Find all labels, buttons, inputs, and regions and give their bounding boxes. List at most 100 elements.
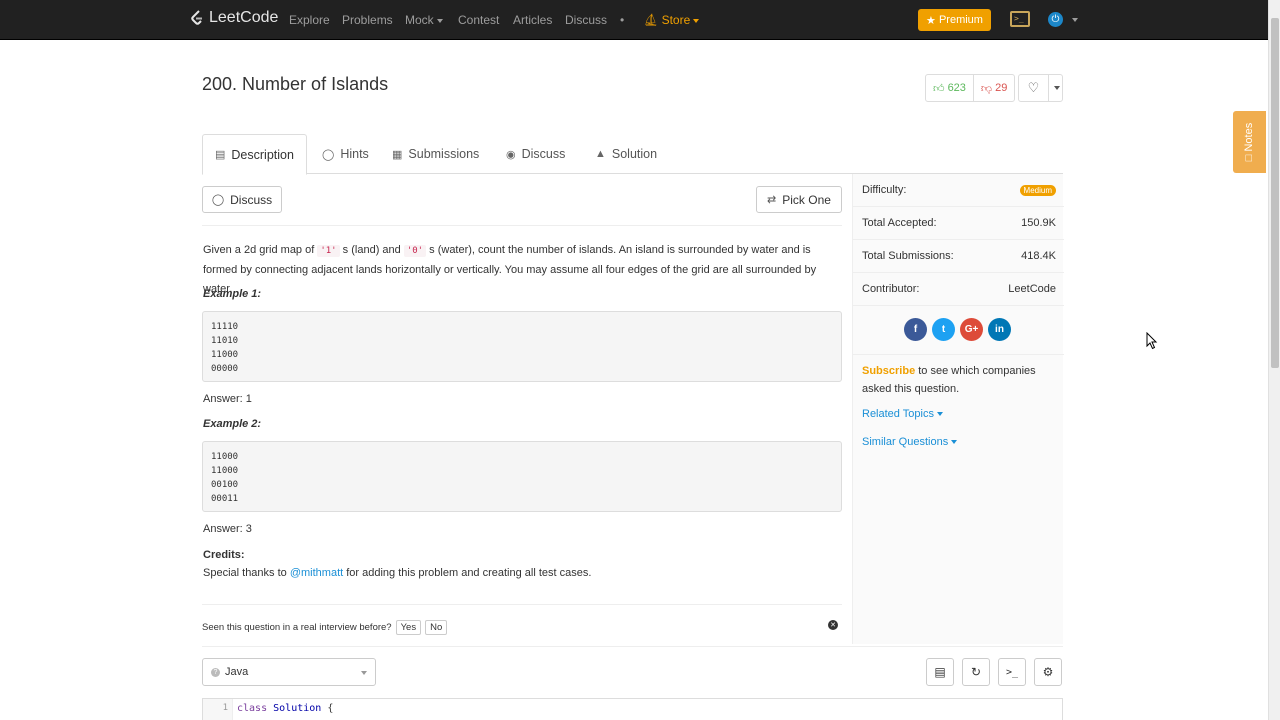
code-line[interactable]: class Solution {	[237, 703, 333, 714]
scrollbar-thumb[interactable]	[1271, 18, 1279, 368]
line-number: 1	[203, 699, 233, 720]
tab-hints[interactable]: ◯ Hints	[310, 134, 381, 174]
language-select[interactable]: ? Java	[202, 658, 376, 686]
related-topics-label: Related Topics	[862, 408, 934, 420]
interview-question: Seen this question in a real interview b…	[202, 621, 392, 633]
code-zero: '0'	[403, 245, 427, 257]
nav-store-label: Store	[661, 13, 691, 27]
example-2-title: Example 2:	[203, 418, 262, 430]
example-1-grid: 11110 11010 11000 00000	[202, 311, 842, 382]
subscribe-text: Subscribe to see which companies asked t…	[862, 362, 1052, 398]
contributor-label: Contributor:	[862, 283, 920, 295]
logo-text: LeetCode	[209, 9, 279, 26]
submissions-icon: ▦	[392, 148, 403, 161]
submissions-row: Total Submissions: 418.4K	[853, 240, 1064, 273]
accepted-label: Total Accepted:	[862, 217, 937, 229]
desc-text: s (land) and	[342, 244, 404, 256]
nav-discuss[interactable]: Discuss	[565, 13, 607, 27]
related-topics-toggle[interactable]: Related Topics	[862, 408, 943, 420]
yes-button[interactable]: Yes	[395, 619, 422, 635]
credits-label: Credits:	[203, 549, 245, 561]
reset-code-button[interactable]: ↻	[962, 658, 990, 686]
no-button[interactable]: No	[425, 619, 448, 635]
nav-problems[interactable]: Problems	[342, 13, 393, 27]
pick-one-button[interactable]: ⇄ Pick One	[756, 186, 842, 213]
notes-text: Notes	[1243, 122, 1256, 152]
downvote-button[interactable]: 👎︎ 29	[974, 75, 1014, 101]
discuss-button-label: Discuss	[230, 192, 273, 207]
upvote-button[interactable]: 👍︎ 623	[926, 75, 974, 101]
nav-explore[interactable]: Explore	[289, 13, 330, 27]
linkedin-icon[interactable]: in	[988, 318, 1011, 341]
nav-mock[interactable]: Mock	[405, 13, 443, 27]
accepted-row: Total Accepted: 150.9K	[853, 207, 1064, 240]
notes-icon: □	[1243, 154, 1256, 162]
problem-title: 200. Number of Islands	[202, 74, 389, 94]
shuffle-icon: ⇄	[767, 194, 777, 206]
vote-group: 👍︎ 623 👎︎ 29	[925, 74, 1016, 102]
nav-store[interactable]: ⛵︎ Store	[643, 13, 700, 27]
premium-label: Premium	[938, 14, 983, 26]
credits-text: Special thanks to @mithmatt for adding t…	[203, 567, 591, 579]
logo[interactable]: LeetCode	[190, 9, 278, 27]
accepted-value: 150.9K	[1021, 217, 1056, 229]
example-1-answer: Answer: 1	[203, 393, 252, 405]
chevron-down-icon	[936, 412, 943, 417]
tab-description[interactable]: ▤ Description	[202, 134, 307, 175]
star-icon: ★	[926, 14, 936, 27]
submissions-label: Total Submissions:	[862, 250, 954, 262]
difficulty-row: Difficulty: Medium	[853, 174, 1064, 207]
code-template-button[interactable]: ▤	[926, 658, 954, 686]
chevron-down-icon	[693, 18, 700, 23]
page-scrollbar[interactable]	[1268, 0, 1280, 720]
social-share: f t G+ in	[904, 318, 1011, 341]
facebook-icon[interactable]: f	[904, 318, 927, 341]
tab-submissions[interactable]: ▦ Submissions	[380, 134, 491, 174]
premium-button[interactable]: ★ Premium	[918, 9, 991, 31]
downvote-count: 29	[995, 82, 1008, 94]
top-navbar: LeetCode Explore Problems Mock Contest A…	[0, 0, 1268, 40]
nav-contest[interactable]: Contest	[458, 13, 499, 27]
pick-one-label: Pick One	[782, 192, 831, 207]
leetcode-logo-icon	[191, 10, 202, 25]
close-icon[interactable]: ✕	[828, 620, 838, 630]
gear-icon: ⚙	[1042, 665, 1054, 679]
discuss-button[interactable]: ◯ Discuss	[202, 186, 282, 213]
problem-info-panel: Difficulty: Medium Total Accepted: 150.9K …	[852, 174, 1064, 644]
thumbs-down-icon: 👎︎	[980, 82, 993, 95]
desc-text: Given a 2d grid map of	[203, 244, 318, 256]
nav-mock-label: Mock	[405, 13, 434, 27]
twitter-icon[interactable]: t	[932, 318, 955, 341]
tab-discuss[interactable]: ◉ Discuss	[494, 134, 577, 174]
similar-questions-toggle[interactable]: Similar Questions	[862, 436, 958, 448]
settings-button[interactable]: ⚙	[1034, 658, 1062, 686]
credits-pre: Special thanks to	[203, 567, 290, 579]
nav-separator-dot: •	[620, 13, 625, 27]
nav-articles[interactable]: Articles	[513, 13, 552, 27]
language-value: Java	[225, 666, 249, 678]
tab-label: Solution	[611, 147, 658, 161]
refresh-icon: ↻	[970, 665, 982, 679]
power-icon[interactable]: ⏻	[1048, 12, 1063, 27]
tab-solution[interactable]: ▲ Solution	[583, 134, 669, 174]
contributor-link[interactable]: @mithmatt	[290, 567, 343, 579]
flask-icon: ▲	[595, 148, 606, 160]
help-icon: ?	[211, 667, 220, 677]
chevron-down-icon	[1054, 86, 1060, 90]
chevron-down-icon[interactable]	[1072, 18, 1078, 22]
favorite-dropdown[interactable]	[1049, 75, 1062, 101]
notes-tab[interactable]: □ Notes	[1233, 111, 1266, 173]
tab-label: Description	[231, 147, 294, 162]
console-button[interactable]: >_	[998, 658, 1026, 686]
terminal-icon[interactable]: >_	[1010, 11, 1030, 27]
divider	[202, 604, 842, 605]
code-one: '1'	[317, 245, 340, 257]
code-editor[interactable]: 1 class Solution {	[202, 698, 1063, 720]
credits-post: for adding this problem and creating all…	[343, 567, 592, 579]
google-plus-icon[interactable]: G+	[960, 318, 983, 341]
subscribe-link[interactable]: Subscribe	[862, 365, 915, 377]
divider	[853, 354, 1064, 355]
heart-icon[interactable]: ♡	[1019, 75, 1049, 101]
chevron-down-icon	[951, 440, 958, 445]
comment-icon: ◯	[211, 194, 225, 206]
